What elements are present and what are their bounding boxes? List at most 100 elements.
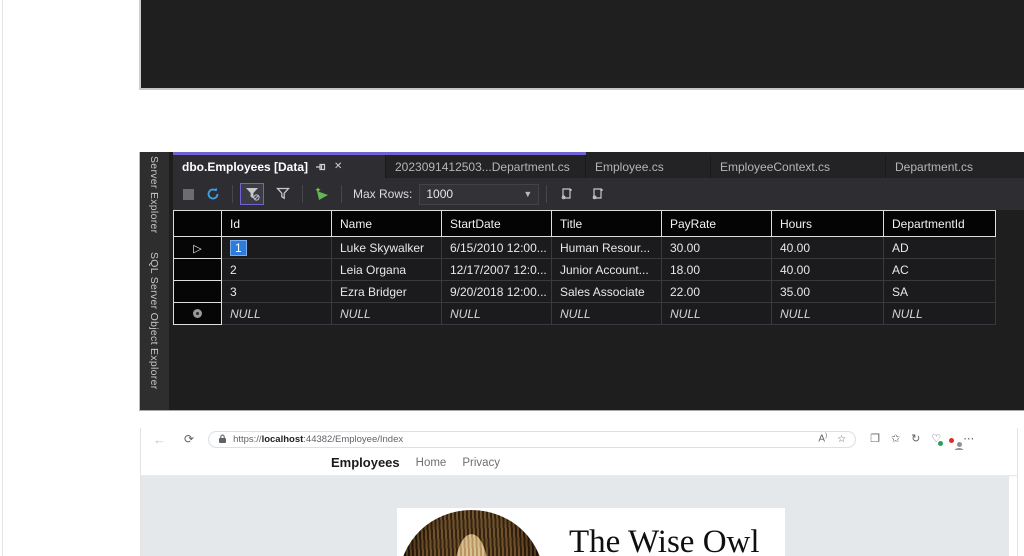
reload-icon[interactable]: ⟳: [184, 434, 194, 445]
toolbar-separator: [302, 185, 303, 203]
script-icon-2[interactable]: [585, 183, 609, 205]
visual-studio-data-window: Server Explorer SQL Server Object Explor…: [139, 152, 1024, 411]
grid-cell[interactable]: 40.00: [772, 259, 884, 281]
employees-data-grid: IdNameStartDateTitlePayRateHoursDepartme…: [173, 210, 996, 325]
stop-icon[interactable]: [183, 189, 194, 200]
column-header-id[interactable]: Id: [222, 211, 332, 237]
filter-active-icon[interactable]: [240, 183, 264, 205]
back-icon[interactable]: ←: [153, 434, 166, 445]
grid-cell[interactable]: 9/20/2018 12:00...: [442, 281, 552, 303]
column-header-hours[interactable]: Hours: [772, 211, 884, 237]
browser-window: ← ⟳ https://localhost:44382/Employee/Ind…: [140, 428, 1018, 556]
nav-link-home[interactable]: Home: [416, 457, 447, 469]
page-title: The Wise Owl: [569, 524, 760, 556]
nav-link-privacy[interactable]: Privacy: [462, 457, 500, 469]
grid-cell[interactable]: Human Resour...: [552, 237, 662, 259]
grid-cell[interactable]: 18.00: [662, 259, 772, 281]
column-header-payrate[interactable]: PayRate: [662, 211, 772, 237]
chevron-down-icon: ▼: [523, 189, 532, 199]
page-content: The Wise Owl: [141, 476, 1009, 556]
grid-cell[interactable]: AC: [884, 259, 996, 281]
background-window-fragment: [139, 0, 1024, 90]
grid-body: ▷ 1 Luke Skywalker6/15/2010 12:00...Human …: [174, 237, 996, 325]
row-selector[interactable]: [174, 303, 222, 325]
pin-icon[interactable]: [316, 162, 326, 172]
document-tab[interactable]: EmployeeContext.cs: [711, 155, 886, 178]
read-aloud-icon[interactable]: A): [818, 433, 827, 444]
document-tab[interactable]: 2023091412503...Department.cs: [386, 155, 586, 178]
column-header-title[interactable]: Title: [552, 211, 662, 237]
query-results-toolbar: Max Rows: 1000 ▼: [173, 178, 1024, 210]
grid-header: IdNameStartDateTitlePayRateHoursDepartme…: [174, 211, 996, 237]
table-row: ▷ 1 Luke Skywalker6/15/2010 12:00...Human …: [174, 237, 996, 259]
close-icon[interactable]: ✕: [334, 162, 342, 172]
grid-cell[interactable]: NULL: [662, 303, 772, 325]
settings-ellipsis-icon[interactable]: ⋯: [963, 434, 974, 445]
grid-cell[interactable]: NULL: [884, 303, 996, 325]
tab-label: dbo.Employees [Data]: [182, 160, 308, 174]
grid-cell[interactable]: NULL: [772, 303, 884, 325]
browser-toolbar: ← ⟳ https://localhost:44382/Employee/Ind…: [141, 428, 1017, 450]
collections-icon[interactable]: ✩: [891, 434, 900, 445]
grid-cell[interactable]: 6/15/2010 12:00...: [442, 237, 552, 259]
run-script-icon[interactable]: [310, 183, 334, 205]
grid-cell[interactable]: 3: [222, 281, 332, 303]
url-host: localhost: [262, 434, 304, 445]
grid-cell[interactable]: Ezra Bridger: [332, 281, 442, 303]
document-tab[interactable]: dbo.Employees [Data] ✕: [173, 155, 386, 178]
grid-cell[interactable]: 22.00: [662, 281, 772, 303]
owl-image: [399, 510, 544, 556]
screenshot-canvas: Server Explorer SQL Server Object Explor…: [0, 0, 1024, 556]
green-status-dot: [938, 441, 943, 446]
document-tab[interactable]: Department.cs: [886, 155, 1024, 178]
tab-label: Department.cs: [895, 160, 973, 174]
sidebar-item-server-explorer[interactable]: Server Explorer: [148, 156, 160, 233]
column-header-name[interactable]: Name: [332, 211, 442, 237]
grid-cell[interactable]: 1: [222, 237, 332, 259]
selected-cell-value: 1: [230, 240, 247, 256]
toolbar-separator: [232, 185, 233, 203]
sidebar-item-sql-server-object-explorer[interactable]: SQL Server Object Explorer: [148, 252, 160, 390]
site-navbar: Employees Home Privacy: [141, 450, 1017, 476]
column-header-startdate[interactable]: StartDate: [442, 211, 552, 237]
row-selector[interactable]: [174, 281, 222, 303]
grid-cell[interactable]: NULL: [442, 303, 552, 325]
table-row: 3Ezra Bridger9/20/2018 12:00...Sales Ass…: [174, 281, 996, 303]
navbar-brand[interactable]: Employees: [331, 455, 400, 470]
red-notification-dot: [949, 438, 954, 443]
grid-cell[interactable]: 2: [222, 259, 332, 281]
script-icon[interactable]: [554, 183, 578, 205]
grid-corner-cell[interactable]: [174, 211, 222, 237]
row-selector[interactable]: [174, 259, 222, 281]
max-rows-label: Max Rows:: [353, 187, 412, 201]
table-row: NULLNULLNULLNULLNULLNULLNULL: [174, 303, 996, 325]
address-bar[interactable]: https://localhost:44382/Employee/Index A…: [208, 431, 856, 448]
grid-cell[interactable]: 40.00: [772, 237, 884, 259]
max-rows-value: 1000: [426, 187, 453, 201]
split-screen-icon[interactable]: ❐: [870, 434, 880, 445]
grid-cell[interactable]: Leia Organa: [332, 259, 442, 281]
grid-cell[interactable]: NULL: [552, 303, 662, 325]
grid-cell[interactable]: NULL: [222, 303, 332, 325]
grid-cell[interactable]: 12/17/2007 12:0...: [442, 259, 552, 281]
column-header-departmentid[interactable]: DepartmentId: [884, 211, 996, 237]
max-rows-dropdown[interactable]: 1000 ▼: [419, 184, 539, 205]
grid-cell[interactable]: SA: [884, 281, 996, 303]
filter-icon[interactable]: [271, 183, 295, 205]
url-scheme: https://: [233, 434, 262, 445]
lock-icon: [218, 434, 227, 444]
grid-cell[interactable]: NULL: [332, 303, 442, 325]
url-text: https://localhost:44382/Employee/Index: [233, 434, 808, 445]
row-selector[interactable]: ▷: [174, 237, 222, 259]
history-icon[interactable]: ↻: [911, 434, 920, 445]
grid-cell[interactable]: Sales Associate: [552, 281, 662, 303]
document-tab[interactable]: Employee.cs: [586, 155, 711, 178]
grid-cell[interactable]: 35.00: [772, 281, 884, 303]
favorite-star-icon[interactable]: ☆: [837, 434, 846, 445]
grid-cell[interactable]: 30.00: [662, 237, 772, 259]
browser-essentials-icon[interactable]: ♡: [931, 434, 941, 445]
refresh-icon[interactable]: [201, 183, 225, 205]
grid-cell[interactable]: Luke Skywalker: [332, 237, 442, 259]
grid-cell[interactable]: AD: [884, 237, 996, 259]
grid-cell[interactable]: Junior Account...: [552, 259, 662, 281]
